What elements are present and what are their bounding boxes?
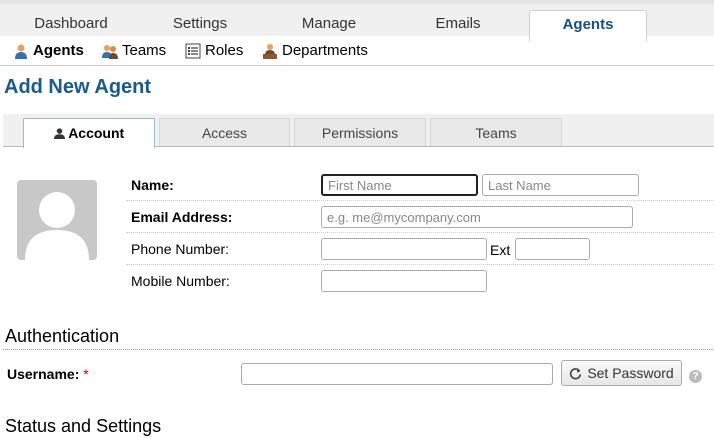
tab-access[interactable]: Access	[159, 118, 290, 146]
subnav-roles-label: Roles	[205, 42, 244, 59]
phone-input[interactable]	[321, 238, 487, 260]
subnav-agents[interactable]: Agents	[13, 42, 84, 59]
row-divider	[126, 200, 714, 201]
authentication-heading: Authentication	[5, 326, 120, 346]
ext-input[interactable]	[515, 238, 590, 260]
mobile-input[interactable]	[321, 270, 487, 292]
tab-teams[interactable]: Teams	[430, 118, 562, 146]
set-password-label: Set Password	[587, 365, 674, 381]
last-name-input[interactable]	[482, 174, 639, 196]
email-input[interactable]	[321, 206, 633, 228]
mobile-label: Mobile Number:	[131, 273, 230, 289]
status-settings-heading: Status and Settings	[5, 416, 162, 436]
form-tabs: Account Access Permissions Teams	[3, 114, 714, 148]
phone-label: Phone Number:	[131, 241, 230, 257]
agent-icon	[15, 44, 27, 59]
page-title: Add New Agent	[4, 76, 152, 98]
name-label: Name:	[131, 177, 174, 193]
username-label-text: Username:	[7, 366, 80, 382]
section-divider	[3, 349, 714, 350]
subnav-roles[interactable]: Roles	[185, 42, 243, 59]
row-divider	[126, 264, 714, 265]
username-label: Username: *	[7, 366, 89, 382]
email-label: Email Address:	[131, 209, 233, 225]
subnav-departments-label: Departments	[282, 42, 368, 59]
help-icon[interactable]: ?	[689, 370, 702, 383]
required-marker: *	[83, 366, 89, 382]
subnav-departments[interactable]: Departments	[262, 42, 368, 59]
subnav-teams[interactable]: Teams	[102, 42, 166, 59]
teams-icon	[102, 44, 118, 59]
avatar	[17, 180, 97, 260]
subnav-teams-label: Teams	[122, 42, 167, 59]
user-icon	[53, 128, 65, 139]
subnav-agents-label: Agents	[33, 42, 84, 59]
username-input[interactable]	[241, 363, 553, 385]
set-password-button[interactable]: Set Password	[561, 360, 682, 386]
departments-icon	[263, 43, 277, 59]
row-divider	[126, 232, 714, 233]
refresh-icon	[570, 367, 582, 379]
ext-label: Ext	[490, 242, 511, 258]
first-name-input[interactable]	[321, 174, 478, 196]
sub-nav: Agents Teams Roles Departments	[0, 36, 714, 66]
avatar-placeholder-icon	[25, 192, 89, 260]
tab-permissions[interactable]: Permissions	[294, 118, 426, 146]
tab-account[interactable]: Account	[23, 118, 155, 148]
tab-account-label: Account	[68, 125, 125, 141]
roles-icon	[185, 43, 201, 58]
top-nav: Dashboard Settings Manage Emails Agents	[0, 0, 714, 41]
